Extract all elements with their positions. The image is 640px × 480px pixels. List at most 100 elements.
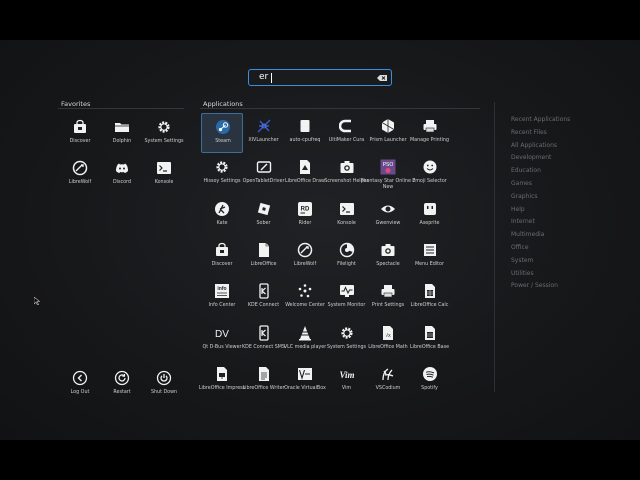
app-tile-qt-d-bus-viewer[interactable]: DV Qt D-Bus Viewer — [201, 320, 243, 360]
app-tile-system-monitor[interactable]: System Monitor — [326, 278, 368, 318]
prism-launcher-icon — [380, 118, 396, 134]
app-label: Emoji Selector — [412, 179, 447, 185]
xivlauncher-icon — [256, 118, 272, 134]
app-label: Menu Editor — [415, 261, 444, 267]
svg-text:PSO: PSO — [383, 162, 394, 168]
app-tile-ultimaker-cura[interactable]: UltiMaker Cura — [326, 113, 368, 153]
app-tile-libreoffice-calc[interactable]: LibreOffice Calc — [409, 278, 451, 318]
power-icon — [156, 370, 172, 386]
app-tile-info-center[interactable]: info Info Center — [201, 278, 243, 318]
calc-icon — [422, 283, 438, 299]
app-tile-welcome-center[interactable]: Welcome Center — [284, 278, 326, 318]
app-tile-librewolf[interactable]: LibreWolf — [59, 155, 101, 195]
dv-icon: DV — [214, 325, 230, 341]
app-tile-libreoffice-math[interactable]: √x LibreOffice Math — [367, 320, 409, 360]
app-tile-dolphin[interactable]: Dolphin — [101, 114, 143, 154]
app-tile-sober[interactable]: Sober — [243, 196, 285, 236]
svg-text:info: info — [217, 286, 226, 292]
app-tile-emoji-selector[interactable]: Emoji Selector — [409, 154, 451, 194]
app-tile-manage-printing[interactable]: Manage Printing — [409, 113, 451, 153]
app-tile-shut-down[interactable]: Shut Down — [143, 365, 185, 405]
app-tile-aseprite[interactable]: Aseprite — [409, 196, 451, 236]
applications-divider — [200, 108, 480, 109]
app-tile-system-settings[interactable]: System Settings — [326, 320, 368, 360]
tablet-icon — [256, 159, 272, 175]
category-office[interactable]: Office — [511, 244, 529, 251]
category-internet[interactable]: Internet — [511, 218, 535, 225]
app-label: Aseprite — [419, 220, 440, 226]
app-tile-auto-cpufreq[interactable]: auto-cpufreq — [284, 113, 326, 153]
app-tile-discord[interactable]: Discord — [101, 155, 143, 195]
app-tile-kde-connect[interactable]: KDE Connect — [243, 278, 285, 318]
menu-editor-icon — [422, 242, 438, 258]
app-tile-menu-editor[interactable]: Menu Editor — [409, 237, 451, 277]
app-tile-vim[interactable]: Vim Vim — [326, 361, 368, 401]
app-tile-libreoffice-impress[interactable]: LibreOffice Impress — [199, 361, 245, 401]
app-tile-discover[interactable]: Discover — [59, 114, 101, 154]
application-launcher: er Favorites Applications Discover Dolphi… — [0, 40, 640, 440]
category-development[interactable]: Development — [511, 154, 551, 161]
category-utilities[interactable]: Utilities — [511, 270, 534, 277]
app-tile-spotify[interactable]: Spotify — [409, 361, 451, 401]
app-tile-konsole[interactable]: Konsole — [143, 155, 185, 195]
app-label: Shut Down — [150, 390, 178, 395]
category-multimedia[interactable]: Multimedia — [511, 231, 544, 238]
search-query: er — [259, 72, 269, 82]
category-graphics[interactable]: Graphics — [511, 193, 538, 200]
app-tile-xivlauncher[interactable]: XIVLauncher — [243, 113, 285, 153]
restart-icon — [114, 370, 130, 386]
app-tile-konsole[interactable]: Konsole — [326, 196, 368, 236]
category-recent-applications[interactable]: Recent Applications — [511, 116, 570, 123]
emoji-icon — [422, 159, 438, 175]
app-tile-kate[interactable]: Kate — [201, 196, 243, 236]
app-tile-steam[interactable]: Steam — [201, 113, 243, 153]
category-games[interactable]: Games — [511, 180, 532, 187]
rider-icon: RD — [297, 201, 313, 217]
terminal-icon — [156, 160, 172, 176]
category-power-session[interactable]: Power / Session — [511, 282, 558, 289]
app-tile-libreoffice-base[interactable]: LibreOffice Base — [409, 320, 451, 360]
category-help[interactable]: Help — [511, 206, 525, 213]
app-label: System Settings — [144, 139, 184, 144]
gear-icon — [156, 119, 172, 135]
app-tile-filelight[interactable]: Filelight — [326, 237, 368, 277]
app-tile-system-settings[interactable]: System Settings — [143, 114, 185, 154]
kde-connect-icon — [256, 324, 272, 341]
app-tile-vscodium[interactable]: VSCodium — [367, 361, 409, 401]
librewolf-icon — [72, 160, 88, 176]
vim-icon: Vim — [339, 366, 355, 382]
category-recent-files[interactable]: Recent Files — [511, 129, 547, 136]
app-tile-librewolf[interactable]: LibreWolf — [284, 237, 326, 277]
app-tile-spectacle[interactable]: Spectacle — [367, 237, 409, 277]
svg-text:Vim: Vim — [339, 370, 354, 380]
app-tile-rider[interactable]: RD Rider — [284, 196, 326, 236]
app-label: LibreOffice Calc — [410, 303, 449, 309]
aseprite-icon — [422, 201, 438, 217]
vlc-icon — [297, 325, 313, 341]
app-tile-kde-connect-sms[interactable]: KDE Connect SMS — [242, 320, 285, 360]
app-tile-hissoy-settings[interactable]: Hissoy Settings — [201, 154, 243, 194]
app-tile-phantasy-star-online-2-new[interactable]: PSO Phantasy Star Online 2 New — [360, 154, 416, 194]
app-tile-oracle-virtualbox[interactable]: Oracle VirtualBox — [284, 361, 326, 401]
app-tile-libreoffice-draw[interactable]: LibreOffice Draw — [284, 154, 326, 194]
app-tile-prism-launcher[interactable]: Prism Launcher — [367, 113, 409, 153]
category-education[interactable]: Education — [511, 167, 541, 174]
discord-icon — [114, 160, 130, 176]
app-tile-vlc-media-player[interactable]: VLC media player — [284, 320, 326, 360]
category-system[interactable]: System — [511, 257, 533, 264]
category-all-applications[interactable]: All Applications — [511, 142, 557, 149]
app-tile-discover[interactable]: Discover — [201, 237, 243, 277]
app-tile-log-out[interactable]: Log Out — [59, 365, 101, 405]
base-icon — [422, 325, 438, 341]
app-tile-gwenview[interactable]: Gwenview — [367, 196, 409, 236]
app-tile-print-settings[interactable]: Print Settings — [367, 278, 409, 318]
printer-icon — [380, 283, 396, 299]
app-tile-libreoffice-writer[interactable]: LibreOffice Writer — [242, 361, 285, 401]
app-tile-restart[interactable]: Restart — [101, 365, 143, 405]
search-input[interactable]: er — [248, 69, 392, 86]
text-caret — [271, 73, 272, 83]
clear-search-icon[interactable] — [377, 75, 387, 81]
app-tile-opentabletdriver[interactable]: OpenTabletDriver — [243, 154, 285, 194]
app-tile-libreoffice[interactable]: LibreOffice — [243, 237, 285, 277]
filelight-icon — [339, 242, 355, 258]
